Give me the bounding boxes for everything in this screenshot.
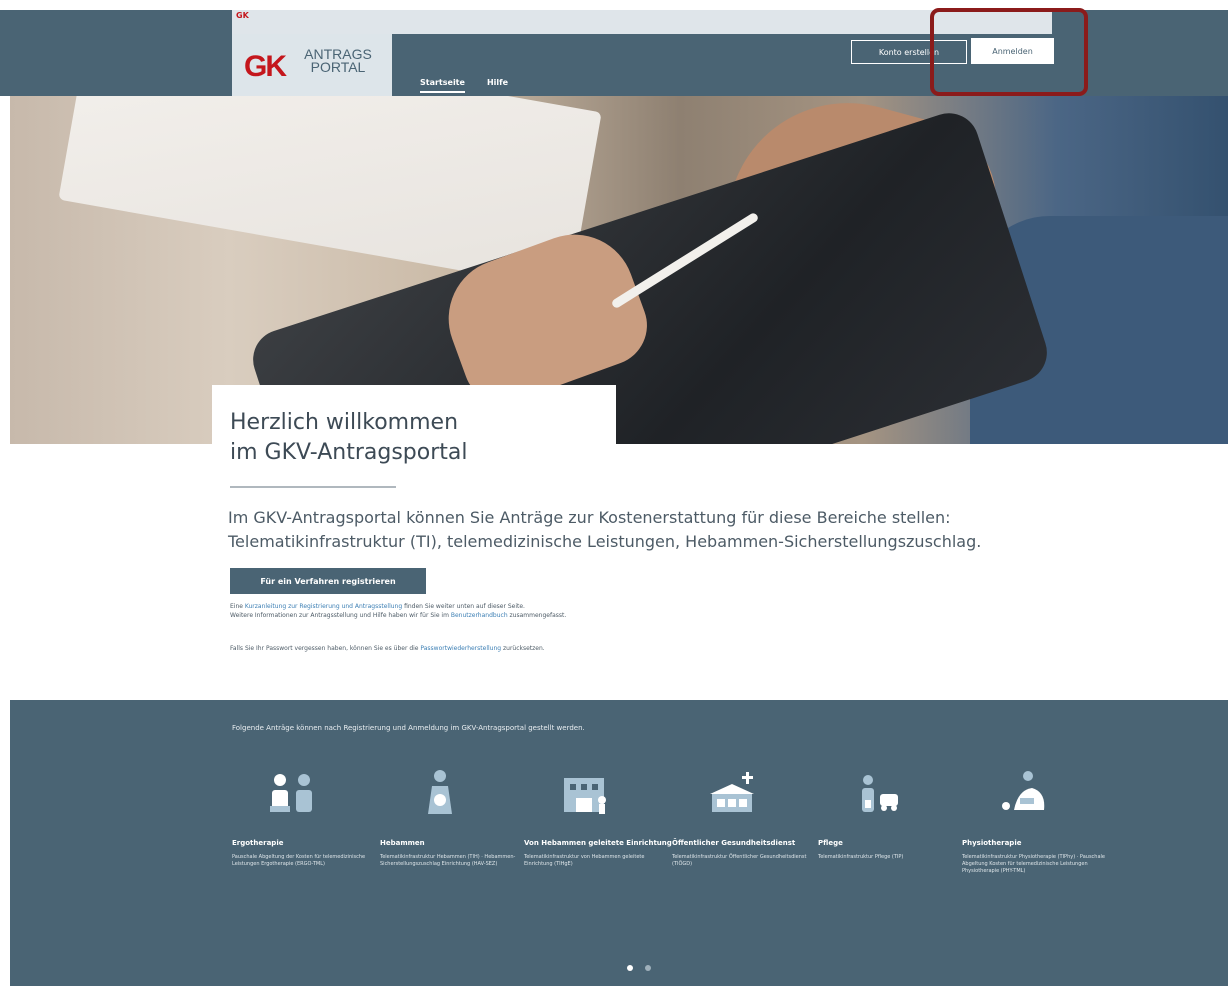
- pflege-icon: [862, 775, 898, 812]
- password-info: Falls Sie Ihr Passwort vergessen haben, …: [230, 644, 850, 653]
- nav-startseite[interactable]: Startseite: [420, 78, 465, 93]
- category-gesundheitsdienst[interactable]: Öffentlicher Gesundheitsdienst Telematik…: [672, 766, 822, 868]
- passwort-link[interactable]: Passwortwiederherstellung: [420, 645, 501, 652]
- category-title: Physiotherapie: [962, 839, 1022, 847]
- info-line-1: Eine Kurzanleitung zur Registrierung und…: [230, 602, 850, 611]
- info-3-pre: Falls Sie Ihr Passwort vergessen haben, …: [230, 645, 421, 652]
- gkv-logo-mark: GK: [244, 50, 287, 83]
- ergotherapie-icon: [270, 774, 312, 812]
- category-title: Von Hebammen geleitete Einrichtung: [524, 839, 672, 847]
- kurzanleitung-link[interactable]: Kurzanleitung zur Registrierung und Antr…: [245, 603, 402, 610]
- welcome-title: Herzlich willkommen im GKV-Antragsportal: [230, 408, 610, 468]
- category-einrichtung[interactable]: Von Hebammen geleitete Einrichtung Telem…: [524, 766, 674, 868]
- info-2-pre: Weitere Informationen zur Antragsstellun…: [230, 612, 451, 619]
- register-button[interactable]: Für ein Verfahren registrieren: [230, 568, 426, 594]
- carousel-dot-2[interactable]: [645, 965, 651, 971]
- physiotherapie-icon: [1002, 771, 1045, 810]
- browser-tab-logo: GK: [236, 11, 249, 20]
- logo-text: ANTRAGS PORTAL: [284, 47, 392, 75]
- login-highlight-box: [930, 8, 1088, 96]
- intro-lead-line-2: Telematikinfrastruktur (TI), telemedizin…: [228, 532, 982, 551]
- carousel-dots: [627, 965, 651, 971]
- main-nav: Startseite Hilfe: [420, 78, 508, 93]
- title-divider: [230, 486, 396, 488]
- carousel-dot-1[interactable]: [627, 965, 633, 971]
- category-desc: Telematikinfrastruktur Physiotherapie (T…: [962, 854, 1105, 874]
- gesundheitsdienst-icon: [710, 772, 754, 812]
- category-title: Hebammen: [380, 839, 425, 847]
- category-pflege[interactable]: Pflege Telematikinfrastruktur Pflege (TI…: [818, 766, 968, 861]
- info-line-2: Weitere Informationen zur Antragsstellun…: [230, 611, 850, 620]
- category-desc: Telematikinfrastruktur Pflege (TIP): [818, 854, 904, 860]
- category-ergotherapie[interactable]: Ergotherapie Pauschale Abgeltung der Kos…: [232, 766, 382, 868]
- info-2-post: zusammengefasst.: [507, 612, 567, 619]
- footer-intro: Folgende Anträge können nach Registrieru…: [232, 724, 585, 732]
- browser-tab-bar: [232, 10, 1052, 34]
- info-1-post: finden Sie weiter unten auf dieser Seite…: [402, 603, 525, 610]
- hero-image: [10, 96, 1228, 444]
- nav-hilfe[interactable]: Hilfe: [487, 78, 508, 93]
- logo-line-2: PORTAL: [310, 59, 366, 75]
- welcome-title-line-1: Herzlich willkommen: [230, 410, 459, 435]
- category-physiotherapie[interactable]: Physiotherapie Telematikinfrastruktur Ph…: [962, 766, 1112, 875]
- category-desc: Telematikinfrastruktur von Hebammen gele…: [524, 854, 645, 867]
- category-desc: Pauschale Abgeltung der Kosten für telem…: [232, 854, 366, 867]
- category-title: Ergotherapie: [232, 839, 284, 847]
- category-desc: Telematikinfrastruktur Öffentlicher Gesu…: [672, 854, 807, 867]
- info-3-post: zurücksetzen.: [501, 645, 545, 652]
- category-title: Öffentlicher Gesundheitsdienst: [672, 839, 796, 847]
- info-text: Eine Kurzanleitung zur Registrierung und…: [230, 602, 850, 620]
- einrichtung-icon: [564, 778, 606, 814]
- category-hebammen[interactable]: Hebammen Telematikinfrastruktur Hebammen…: [380, 766, 530, 868]
- hebammen-icon: [428, 770, 452, 814]
- intro-lead-line-1: Im GKV-Antragsportal können Sie Anträge …: [228, 508, 951, 527]
- category-title: Pflege: [818, 839, 843, 847]
- info-1-pre: Eine: [230, 603, 245, 610]
- intro-lead: Im GKV-Antragsportal können Sie Anträge …: [228, 506, 1008, 554]
- welcome-title-line-2: im GKV-Antragsportal: [230, 440, 468, 465]
- category-desc: Telematikinfrastruktur Hebammen (TIH) · …: [380, 854, 516, 867]
- benutzerhandbuch-link[interactable]: Benutzerhandbuch: [451, 612, 508, 619]
